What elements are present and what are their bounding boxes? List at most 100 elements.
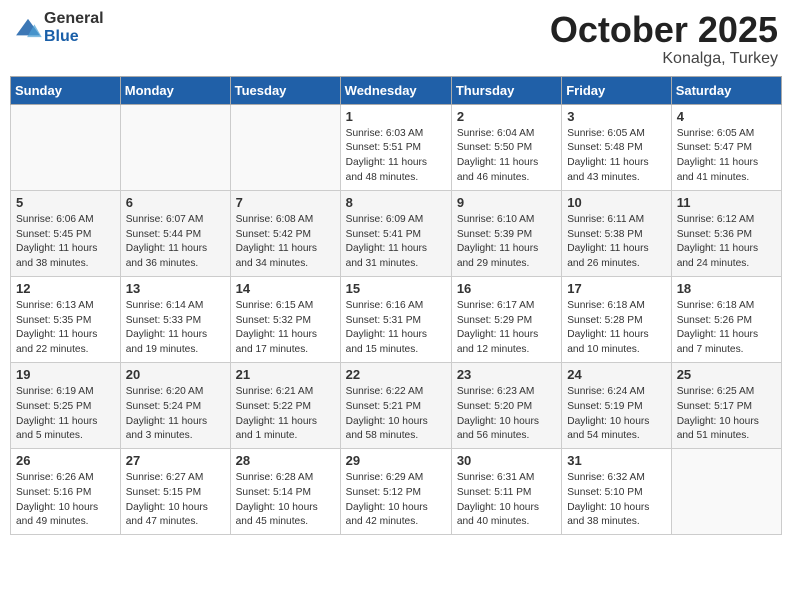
day-number: 5 xyxy=(16,195,115,210)
calendar-week-row: 19Sunrise: 6:19 AM Sunset: 5:25 PM Dayli… xyxy=(11,362,782,448)
day-number: 4 xyxy=(677,109,776,124)
calendar-day-28: 28 Sunrise: 6:28 AM Sunset: 5:14 PM Dayli… xyxy=(230,449,340,535)
day-number: 16 xyxy=(457,281,556,296)
day-number: 20 xyxy=(126,367,225,382)
day-number: 6 xyxy=(126,195,225,210)
weekday-header-sunday: Sunday xyxy=(11,76,121,104)
logo-general-text: General xyxy=(44,10,104,27)
calendar-day-27: 27 Sunrise: 6:27 AM Sunset: 5:15 PM Dayli… xyxy=(120,449,230,535)
calendar-day-16: 16 Sunrise: 6:17 AM Sunset: 5:29 PM Dayli… xyxy=(451,276,561,362)
day-number: 18 xyxy=(677,281,776,296)
day-info: Sunrise: 6:12 AM Sunset: 5:36 PM Dayligh… xyxy=(677,213,776,272)
day-number: 31 xyxy=(567,453,665,468)
day-info: Sunrise: 6:09 AM Sunset: 5:41 PM Dayligh… xyxy=(346,213,446,272)
calendar-day-17: 17 Sunrise: 6:18 AM Sunset: 5:28 PM Dayli… xyxy=(562,276,671,362)
day-number: 1 xyxy=(346,109,446,124)
weekday-header-wednesday: Wednesday xyxy=(340,76,451,104)
day-info: Sunrise: 6:06 AM Sunset: 5:45 PM Dayligh… xyxy=(16,213,115,272)
calendar-day-18: 18 Sunrise: 6:18 AM Sunset: 5:26 PM Dayli… xyxy=(671,276,781,362)
day-number: 8 xyxy=(346,195,446,210)
day-info: Sunrise: 6:07 AM Sunset: 5:44 PM Dayligh… xyxy=(126,213,225,272)
calendar-day-9: 9 Sunrise: 6:10 AM Sunset: 5:39 PM Daylig… xyxy=(451,190,561,276)
calendar-day-14: 14 Sunrise: 6:15 AM Sunset: 5:32 PM Dayli… xyxy=(230,276,340,362)
weekday-header-row: SundayMondayTuesdayWednesdayThursdayFrid… xyxy=(11,76,782,104)
day-number: 17 xyxy=(567,281,665,296)
calendar-day-23: 23Sunrise: 6:23 AM Sunset: 5:20 PM Dayli… xyxy=(451,362,561,448)
calendar-day-8: 8 Sunrise: 6:09 AM Sunset: 5:41 PM Daylig… xyxy=(340,190,451,276)
calendar-day-11: 11 Sunrise: 6:12 AM Sunset: 5:36 PM Dayli… xyxy=(671,190,781,276)
day-info: Sunrise: 6:26 AM Sunset: 5:16 PM Dayligh… xyxy=(16,471,115,530)
day-number: 24 xyxy=(567,367,665,382)
logo-icon xyxy=(14,17,42,39)
calendar-day-22: 22Sunrise: 6:22 AM Sunset: 5:21 PM Dayli… xyxy=(340,362,451,448)
calendar-day-24: 24 Sunrise: 6:24 AM Sunset: 5:19 PM Dayli… xyxy=(562,362,671,448)
day-number: 29 xyxy=(346,453,446,468)
weekday-header-thursday: Thursday xyxy=(451,76,561,104)
day-number: 9 xyxy=(457,195,556,210)
day-info: Sunrise: 6:14 AM Sunset: 5:33 PM Dayligh… xyxy=(126,299,225,358)
day-info: Sunrise: 6:27 AM Sunset: 5:15 PM Dayligh… xyxy=(126,471,225,530)
day-info: Sunrise: 6:22 AM Sunset: 5:21 PM Dayligh… xyxy=(346,385,446,444)
calendar-day-30: 30 Sunrise: 6:31 AM Sunset: 5:11 PM Dayli… xyxy=(451,449,561,535)
day-info: Sunrise: 6:29 AM Sunset: 5:12 PM Dayligh… xyxy=(346,471,446,530)
day-info: Sunrise: 6:05 AM Sunset: 5:48 PM Dayligh… xyxy=(567,127,665,186)
day-number: 11 xyxy=(677,195,776,210)
day-info: Sunrise: 6:10 AM Sunset: 5:39 PM Dayligh… xyxy=(457,213,556,272)
day-number: 10 xyxy=(567,195,665,210)
weekday-header-saturday: Saturday xyxy=(671,76,781,104)
day-info: Sunrise: 6:05 AM Sunset: 5:47 PM Dayligh… xyxy=(677,127,776,186)
calendar-empty-cell xyxy=(230,104,340,190)
day-info: Sunrise: 6:11 AM Sunset: 5:38 PM Dayligh… xyxy=(567,213,665,272)
calendar-day-13: 13Sunrise: 6:14 AM Sunset: 5:33 PM Dayli… xyxy=(120,276,230,362)
calendar-table: SundayMondayTuesdayWednesdayThursdayFrid… xyxy=(10,76,782,536)
day-number: 19 xyxy=(16,367,115,382)
day-info: Sunrise: 6:04 AM Sunset: 5:50 PM Dayligh… xyxy=(457,127,556,186)
day-info: Sunrise: 6:28 AM Sunset: 5:14 PM Dayligh… xyxy=(236,471,335,530)
day-number: 21 xyxy=(236,367,335,382)
calendar-day-5: 5 Sunrise: 6:06 AM Sunset: 5:45 PM Daylig… xyxy=(11,190,121,276)
calendar-day-29: 29 Sunrise: 6:29 AM Sunset: 5:12 PM Dayli… xyxy=(340,449,451,535)
calendar-week-row: 5 Sunrise: 6:06 AM Sunset: 5:45 PM Daylig… xyxy=(11,190,782,276)
day-number: 7 xyxy=(236,195,335,210)
day-number: 25 xyxy=(677,367,776,382)
day-number: 28 xyxy=(236,453,335,468)
page-header: General Blue October 2025 Konalga, Turke… xyxy=(10,10,782,68)
calendar-week-row: 1Sunrise: 6:03 AM Sunset: 5:51 PM Daylig… xyxy=(11,104,782,190)
calendar-empty-cell xyxy=(120,104,230,190)
day-number: 2 xyxy=(457,109,556,124)
logo-blue-text: Blue xyxy=(44,28,79,45)
day-info: Sunrise: 6:21 AM Sunset: 5:22 PM Dayligh… xyxy=(236,385,335,444)
day-number: 30 xyxy=(457,453,556,468)
day-info: Sunrise: 6:16 AM Sunset: 5:31 PM Dayligh… xyxy=(346,299,446,358)
calendar-empty-cell xyxy=(671,449,781,535)
calendar-day-12: 12Sunrise: 6:13 AM Sunset: 5:35 PM Dayli… xyxy=(11,276,121,362)
day-info: Sunrise: 6:25 AM Sunset: 5:17 PM Dayligh… xyxy=(677,385,776,444)
day-info: Sunrise: 6:31 AM Sunset: 5:11 PM Dayligh… xyxy=(457,471,556,530)
weekday-header-monday: Monday xyxy=(120,76,230,104)
weekday-header-tuesday: Tuesday xyxy=(230,76,340,104)
day-info: Sunrise: 6:23 AM Sunset: 5:20 PM Dayligh… xyxy=(457,385,556,444)
calendar-day-19: 19Sunrise: 6:19 AM Sunset: 5:25 PM Dayli… xyxy=(11,362,121,448)
calendar-day-2: 2 Sunrise: 6:04 AM Sunset: 5:50 PM Daylig… xyxy=(451,104,561,190)
day-info: Sunrise: 6:17 AM Sunset: 5:29 PM Dayligh… xyxy=(457,299,556,358)
day-info: Sunrise: 6:24 AM Sunset: 5:19 PM Dayligh… xyxy=(567,385,665,444)
day-number: 26 xyxy=(16,453,115,468)
calendar-day-3: 3Sunrise: 6:05 AM Sunset: 5:48 PM Daylig… xyxy=(562,104,671,190)
calendar-day-20: 20Sunrise: 6:20 AM Sunset: 5:24 PM Dayli… xyxy=(120,362,230,448)
day-info: Sunrise: 6:18 AM Sunset: 5:28 PM Dayligh… xyxy=(567,299,665,358)
calendar-week-row: 26 Sunrise: 6:26 AM Sunset: 5:16 PM Dayli… xyxy=(11,449,782,535)
day-info: Sunrise: 6:18 AM Sunset: 5:26 PM Dayligh… xyxy=(677,299,776,358)
day-number: 27 xyxy=(126,453,225,468)
calendar-day-15: 15 Sunrise: 6:16 AM Sunset: 5:31 PM Dayli… xyxy=(340,276,451,362)
location: Konalga, Turkey xyxy=(550,50,778,68)
day-info: Sunrise: 6:15 AM Sunset: 5:32 PM Dayligh… xyxy=(236,299,335,358)
weekday-header-friday: Friday xyxy=(562,76,671,104)
day-number: 14 xyxy=(236,281,335,296)
calendar-day-31: 31Sunrise: 6:32 AM Sunset: 5:10 PM Dayli… xyxy=(562,449,671,535)
calendar-empty-cell xyxy=(11,104,121,190)
title-block: October 2025 Konalga, Turkey xyxy=(550,10,778,68)
calendar-day-25: 25 Sunrise: 6:25 AM Sunset: 5:17 PM Dayli… xyxy=(671,362,781,448)
day-number: 15 xyxy=(346,281,446,296)
calendar-day-21: 21 Sunrise: 6:21 AM Sunset: 5:22 PM Dayli… xyxy=(230,362,340,448)
calendar-day-1: 1Sunrise: 6:03 AM Sunset: 5:51 PM Daylig… xyxy=(340,104,451,190)
